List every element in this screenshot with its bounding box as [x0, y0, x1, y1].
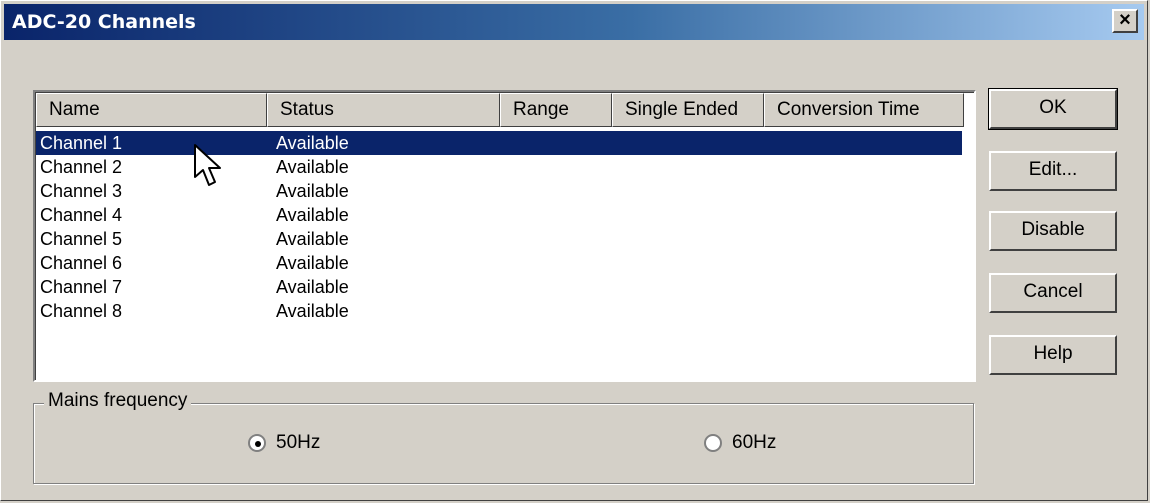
radio-label-60hz: 60Hz — [732, 432, 777, 453]
table-row[interactable]: Channel 6 Available — [36, 251, 974, 275]
table-row[interactable]: Channel 3 Available — [36, 179, 974, 203]
cell-name: Channel 6 — [40, 253, 123, 273]
cell-name: Channel 5 — [40, 229, 123, 249]
column-header-status[interactable]: Status — [267, 93, 500, 127]
cell-name: Channel 4 — [40, 205, 123, 225]
mouse-pointer-icon — [194, 144, 221, 186]
column-header-conversion-time[interactable]: Conversion Time — [764, 93, 964, 127]
column-header-range[interactable]: Range — [500, 93, 612, 127]
title-bar[interactable]: ADC-20 Channels × — [4, 4, 1144, 40]
list-rows: Channel 1 Available Channel 2 Available Chan… — [36, 131, 974, 323]
radio-label-50hz: 50Hz — [276, 432, 321, 453]
cell-name: Channel 2 — [40, 157, 123, 177]
cell-status: Available — [276, 253, 349, 273]
cell-status: Available — [276, 301, 349, 321]
column-header-single-ended[interactable]: Single Ended — [612, 93, 764, 127]
table-row[interactable]: Channel 8 Available — [36, 299, 974, 323]
cell-status: Available — [276, 205, 349, 225]
cell-name: Channel 1 — [40, 133, 123, 153]
table-row[interactable]: Channel 4 Available — [36, 203, 974, 227]
help-button[interactable]: Help — [989, 335, 1117, 375]
cell-name: Channel 3 — [40, 181, 123, 201]
cell-status: Available — [276, 277, 349, 297]
cell-name: Channel 8 — [40, 301, 123, 321]
close-icon: × — [1119, 9, 1131, 31]
cell-name: Channel 7 — [40, 277, 123, 297]
table-row[interactable]: Channel 2 Available — [36, 155, 974, 179]
dialog-window: ADC-20 Channels × Name Status Range Sing… — [0, 0, 1148, 501]
ok-button[interactable]: OK — [988, 88, 1118, 130]
table-row[interactable]: Channel 7 Available — [36, 275, 974, 299]
cancel-button[interactable]: Cancel — [989, 273, 1117, 313]
radio-circle-50hz[interactable] — [248, 434, 266, 452]
column-header-name[interactable]: Name — [36, 93, 267, 127]
radio-dot-icon — [255, 441, 261, 447]
cell-status: Available — [276, 181, 349, 201]
list-header: Name Status Range Single Ended Conversio… — [36, 93, 974, 129]
channel-list[interactable]: Name Status Range Single Ended Conversio… — [33, 90, 976, 382]
mains-frequency-group: Mains frequency 50Hz 60Hz — [33, 390, 974, 484]
mains-frequency-label: Mains frequency — [44, 390, 192, 412]
table-row[interactable]: Channel 5 Available — [36, 227, 974, 251]
window-title: ADC-20 Channels — [12, 11, 196, 33]
table-row[interactable]: Channel 1 Available — [36, 131, 962, 155]
disable-button[interactable]: Disable — [989, 211, 1117, 251]
cell-status: Available — [276, 229, 349, 249]
close-button[interactable]: × — [1112, 9, 1138, 33]
cell-status: Available — [276, 133, 349, 153]
edit-button[interactable]: Edit... — [989, 151, 1117, 191]
radio-circle-60hz[interactable] — [704, 434, 722, 452]
cell-status: Available — [276, 157, 349, 177]
